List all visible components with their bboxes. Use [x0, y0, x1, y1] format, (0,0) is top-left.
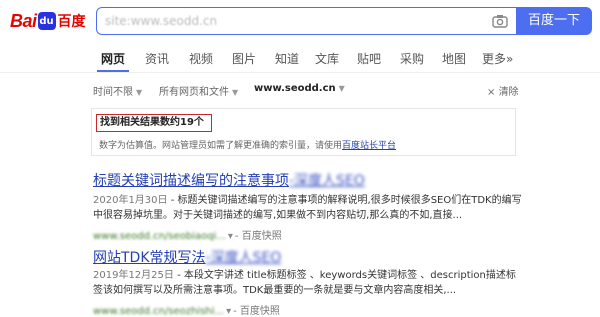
time-filter-label: 时间不限 — [93, 87, 133, 98]
close-icon: × — [487, 87, 499, 98]
tab-web[interactable]: 网页 — [101, 50, 125, 67]
hint-text: 数字为估算值。网站管理员如需了解更准确的索引量，请使用 — [99, 141, 343, 151]
result-url-text[interactable]: www.seodd.cn/seobiaoqi... — [93, 231, 226, 242]
tab-images[interactable]: 图片 — [232, 50, 256, 67]
scope-filter-label: 所有网页和文件 — [159, 87, 229, 98]
divider — [0, 72, 600, 73]
snapshot-link[interactable]: - 百度快照 — [235, 231, 282, 242]
camera-icon[interactable] — [492, 14, 508, 28]
chevron-down-icon: ▼ — [136, 88, 143, 97]
tab-map[interactable]: 地图 — [442, 50, 466, 67]
index-hint: 数字为估算值。网站管理员如需了解更准确的索引量，请使用百度站长平台 — [99, 138, 396, 151]
search-button[interactable]: 百度一下 — [516, 7, 592, 35]
tab-wenku[interactable]: 文库 — [315, 50, 339, 67]
scope-filter[interactable]: 所有网页和文件 ▼ — [159, 83, 238, 98]
site-filter-label: www.seodd.cn — [254, 83, 336, 94]
site-filter[interactable]: www.seodd.cn ▼ — [254, 83, 345, 94]
tab-purchase[interactable]: 采购 — [400, 50, 424, 67]
result-snippet: 2019年12月25日 - 本段文字讲述 title标题标签 、keywords… — [93, 268, 523, 298]
result-title-link[interactable]: 网站TDK常规写法-深度人SEO — [93, 247, 281, 267]
result-url-text[interactable]: www.seodd.cn/seozhishi... — [93, 306, 224, 317]
logo-chinese: 百度 — [57, 14, 86, 30]
header: Bai du 百度 site:www.seodd.cn 百度一下 — [0, 0, 600, 40]
time-filter[interactable]: 时间不限 ▼ — [93, 83, 142, 98]
search-tabs: 网页 资讯 视频 图片 知道 文库 贴吧 采购 地图 更多» — [0, 44, 600, 72]
tab-news[interactable]: 资讯 — [145, 50, 169, 67]
tab-zhidao[interactable]: 知道 — [275, 50, 299, 67]
result-date: 2020年1月30日 — [93, 195, 168, 206]
result-snippet: 2020年1月30日 - 标题关键词描述编写的注意事项的解释说明,很多时候很多S… — [93, 193, 523, 223]
result-title-blurred: -深度人SEO — [205, 250, 282, 266]
filter-bar: 时间不限 ▼ 所有网页和文件 ▼ www.seodd.cn ▼ × 清除 — [0, 80, 600, 100]
paw-icon: du — [37, 12, 56, 30]
result-title-blurred: -深度人SEO — [289, 173, 365, 189]
result-count: 找到相关结果数约19个 — [96, 114, 212, 132]
dropdown-icon[interactable]: ▾ — [228, 231, 233, 242]
result-title-text: 网站TDK常规写法 — [93, 250, 206, 266]
logo-text: Bai — [10, 10, 37, 31]
result-url: www.seodd.cn/seobiaoqi... ▾ - 百度快照 — [93, 227, 282, 242]
chevron-down-icon: ▼ — [338, 84, 345, 93]
snapshot-link[interactable]: - 百度快照 — [233, 306, 280, 317]
clear-button[interactable]: × 清除 — [487, 83, 519, 98]
clear-label: 清除 — [498, 87, 519, 98]
result-date: 2019年12月25日 — [93, 270, 174, 281]
webmaster-platform-link[interactable]: 百度站长平台 — [342, 141, 396, 151]
baidu-logo[interactable]: Bai du 百度 — [10, 9, 86, 33]
dropdown-icon[interactable]: ▾ — [226, 306, 231, 317]
result-title-text: 标题关键词描述编写的注意事项 — [93, 173, 289, 189]
tab-more[interactable]: 更多» — [482, 50, 513, 67]
chevron-down-icon: ▼ — [232, 88, 239, 97]
result-title-link[interactable]: 标题关键词描述编写的注意事项-深度人SEO — [93, 170, 365, 190]
search-query: site:www.seodd.cn — [105, 14, 218, 28]
search-input[interactable]: site:www.seodd.cn — [96, 7, 516, 35]
tab-tieba[interactable]: 贴吧 — [357, 50, 381, 67]
tab-video[interactable]: 视频 — [189, 50, 213, 67]
